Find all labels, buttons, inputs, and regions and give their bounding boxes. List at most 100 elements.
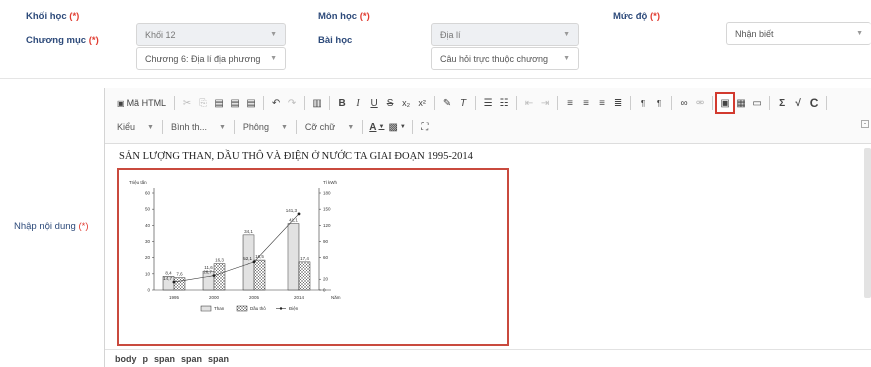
- chart-image[interactable]: Triệu tấn Tỉ kWh Năm 0 10 20 30 40 50 60 0 20 60 90 12…: [117, 168, 509, 346]
- text-color-button[interactable]: A ▼: [367, 118, 386, 136]
- point-dien: [212, 274, 216, 278]
- path-item[interactable]: span: [208, 354, 229, 364]
- right-tick-label: 120: [323, 223, 331, 228]
- table-icon[interactable]: ▦: [733, 94, 749, 112]
- c-button[interactable]: C: [806, 94, 822, 112]
- sum-button[interactable]: Σ: [774, 94, 790, 112]
- toolbar-separator: [362, 120, 364, 134]
- copy-format-icon[interactable]: ✎: [439, 94, 455, 112]
- image-icon[interactable]: ▣: [715, 92, 736, 114]
- horizontal-line-icon[interactable]: ▭: [749, 94, 765, 112]
- legend-marker-dien: [279, 307, 283, 310]
- toolbar-separator: [671, 96, 673, 110]
- subject-select[interactable]: Địa lí ▼: [431, 23, 579, 46]
- bar-dau-tho: [253, 259, 266, 291]
- legend-label-dau-tho: Dầu thô: [250, 306, 266, 311]
- level-value: Nhận biết: [735, 28, 774, 39]
- toolbar-separator: [263, 96, 265, 110]
- left-tick-label: 40: [145, 223, 151, 228]
- size-combo[interactable]: Cỡ chữ ▼: [301, 118, 358, 136]
- left-tick-label: 0: [147, 288, 150, 293]
- superscript-icon[interactable]: x²: [414, 94, 430, 112]
- ltr-icon[interactable]: ¶: [635, 94, 651, 112]
- chapter-select[interactable]: Chương 6: Địa lí địa phương ▼: [136, 47, 286, 70]
- level-select[interactable]: Nhận biết ▼: [726, 22, 871, 45]
- remove-format-icon[interactable]: T: [455, 94, 471, 112]
- chevron-down-icon: ▼: [856, 30, 863, 37]
- paste-icon[interactable]: ▤: [211, 94, 227, 112]
- editor-content[interactable]: SẢN LƯỢNG THAN, DẦU THÔ VÀ ĐIỆN Ở NƯỚC T…: [105, 144, 871, 349]
- point-label-dien: 141,3: [286, 208, 298, 213]
- scrollbar[interactable]: [864, 148, 871, 298]
- divider: [0, 78, 871, 79]
- bold-button[interactable]: B: [334, 94, 350, 112]
- toolbar-separator: [174, 96, 176, 110]
- rtl-icon[interactable]: ¶: [651, 94, 667, 112]
- path-item[interactable]: span: [181, 354, 202, 364]
- outdent-icon[interactable]: ⇤: [521, 94, 537, 112]
- left-tick-label: 10: [145, 271, 151, 276]
- bar-label-dau-tho: 18,5: [255, 254, 264, 259]
- paste-text-icon[interactable]: ▤: [227, 94, 243, 112]
- cut-icon[interactable]: ✂: [179, 94, 195, 112]
- align-left-icon[interactable]: ≡: [562, 94, 578, 112]
- x-tick-label: 2005: [249, 295, 260, 300]
- path-item[interactable]: body: [115, 354, 137, 364]
- required-mark: (*): [69, 11, 80, 22]
- align-center-icon[interactable]: ≡: [578, 94, 594, 112]
- toolbar-separator: [475, 96, 477, 110]
- toolbar-separator: [329, 96, 331, 110]
- font-combo[interactable]: Phông ▼: [239, 118, 292, 136]
- undo-icon[interactable]: ↶: [268, 94, 284, 112]
- unlink-icon[interactable]: ⚮: [692, 94, 708, 112]
- link-icon[interactable]: ∞: [676, 94, 692, 112]
- rich-text-editor[interactable]: ▣ Mã HTML ✂ ⎘ ▤ ▤ ▤ ↶ ↷ ▥ B I U S x₂ x² …: [104, 88, 871, 367]
- format-combo[interactable]: Bình th... ▼: [167, 118, 230, 136]
- grade-select[interactable]: Khối 12 ▼: [136, 23, 286, 46]
- style-combo[interactable]: Kiểu ▼: [113, 118, 158, 136]
- point-dien: [252, 260, 256, 264]
- right-tick-label: 180: [323, 191, 331, 196]
- level-label: Mức độ (*): [613, 11, 660, 22]
- maximize-button[interactable]: ⛶: [417, 118, 433, 136]
- justify-icon[interactable]: ≣: [610, 94, 626, 112]
- point-dien: [297, 212, 301, 216]
- x-tick-label: 1995: [169, 295, 180, 300]
- chapter-value: Chương 6: Địa lí địa phương: [145, 53, 261, 64]
- bar-label-dau-tho: 17,4: [300, 256, 309, 261]
- chevron-down-icon: ▼: [147, 123, 154, 131]
- indent-icon[interactable]: ⇥: [537, 94, 553, 112]
- toolbar-collapse-icon[interactable]: -: [861, 120, 869, 128]
- strike-button[interactable]: S: [382, 94, 398, 112]
- subject-value: Địa lí: [440, 29, 461, 40]
- sqrt-button[interactable]: √: [790, 94, 806, 112]
- lesson-select[interactable]: Câu hỏi trực thuộc chương ▼: [431, 47, 579, 70]
- path-item[interactable]: p: [143, 354, 149, 364]
- chevron-down-icon: ▼: [270, 55, 277, 62]
- toolbar-separator: [630, 96, 632, 110]
- chevron-down-icon: ▼: [563, 31, 570, 38]
- toolbar-separator: [557, 96, 559, 110]
- required-mark: (*): [359, 11, 370, 22]
- toolbar-separator: [769, 96, 771, 110]
- chapter-label: Chương mục (*): [26, 35, 99, 46]
- left-tick-label: 30: [145, 239, 151, 244]
- bulleted-list-icon[interactable]: ☷: [496, 94, 512, 112]
- copy-icon[interactable]: ⎘: [195, 94, 211, 112]
- source-button[interactable]: ▣ Mã HTML: [113, 94, 170, 112]
- find-replace-icon[interactable]: ▥: [309, 94, 325, 112]
- underline-button[interactable]: U: [366, 94, 382, 112]
- toolbar-separator: [826, 96, 828, 110]
- subscript-icon[interactable]: x₂: [398, 94, 414, 112]
- legend-label-than: Than: [214, 306, 225, 311]
- paste-word-icon[interactable]: ▤: [243, 94, 259, 112]
- lesson-value: Câu hỏi trực thuộc chương: [440, 53, 549, 64]
- redo-icon[interactable]: ↷: [284, 94, 300, 112]
- align-right-icon[interactable]: ≡: [594, 94, 610, 112]
- numbered-list-icon[interactable]: ☰: [480, 94, 496, 112]
- path-item[interactable]: span: [154, 354, 175, 364]
- toolbar-separator: [434, 96, 436, 110]
- source-icon: ▣: [117, 98, 125, 108]
- background-color-icon[interactable]: ▩ ▼: [386, 118, 407, 136]
- italic-button[interactable]: I: [350, 94, 366, 112]
